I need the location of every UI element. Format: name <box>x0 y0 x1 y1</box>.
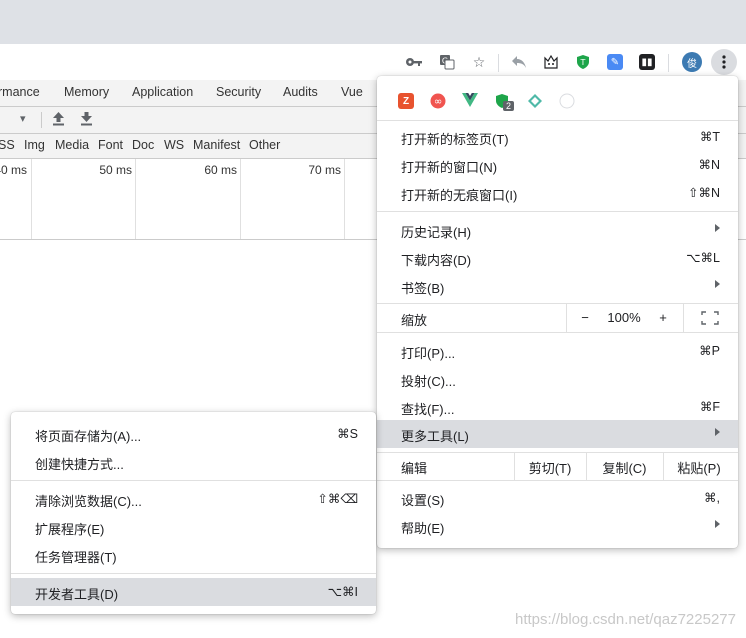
bookmark-star-icon[interactable]: ☆ <box>468 51 490 73</box>
timeline-tick-label: 40 ms <box>0 163 27 177</box>
adblock-extension-icon[interactable]: 2 <box>494 93 515 112</box>
tab-vue[interactable]: Vue <box>341 85 363 99</box>
toolbar-divider <box>498 54 499 72</box>
watermark: https://blog.csdn.net/qaz7225277 <box>514 611 736 628</box>
submenu-arrow-icon <box>715 280 720 288</box>
timeline-gridline <box>135 159 136 239</box>
tab-performance[interactable]: rmance <box>0 85 40 99</box>
menu-row-edit: 编辑 剪切(T) 复制(C) 粘贴(P) <box>377 452 738 480</box>
tab-audits[interactable]: Audits <box>283 85 318 99</box>
menu-item-bookmarks[interactable]: 书签(B) <box>377 272 738 300</box>
zoom-label: 缩放 <box>401 313 428 328</box>
menu-item-downloads[interactable]: 下载内容(D) ⌥⌘L <box>377 244 738 272</box>
avatar[interactable]: 俊 <box>681 51 703 73</box>
timeline-tick-label: 70 ms <box>308 163 341 177</box>
menu-item-create-shortcut[interactable]: 创建快捷方式... <box>11 448 376 476</box>
menu-item-settings[interactable]: 设置(S) ⌘, <box>377 484 738 512</box>
menu-item-print[interactable]: 打印(P)... ⌘P <box>377 337 738 365</box>
submenu-arrow-icon <box>715 520 720 528</box>
translate-icon[interactable]: G <box>436 51 458 73</box>
menu-item-new-tab[interactable]: 打开新的标签页(T) ⌘T <box>377 123 738 151</box>
filter-img[interactable]: Img <box>24 138 45 152</box>
extensions-row: Z ∞ 2 <box>377 76 738 120</box>
fullscreen-icon[interactable] <box>701 311 719 328</box>
menu-separator <box>377 480 738 481</box>
extension-badge: 2 <box>503 101 515 111</box>
menu-item-clear-browsing-data[interactable]: 清除浏览数据(C)... ⇧⌘⌫ <box>11 485 376 513</box>
zoom-in-button[interactable]: + <box>655 310 671 325</box>
extension-icon-red[interactable]: Z <box>398 93 414 109</box>
vue-devtools-icon[interactable] <box>462 93 478 110</box>
chrome-main-menu: Z ∞ 2 打开新的标签页(T) ⌘T 打开新的窗口(N) ⌘N 打开新的无痕窗口(… <box>377 76 738 548</box>
extension-icon-infinity[interactable]: ∞ <box>430 93 446 112</box>
menu-item-help[interactable]: 帮助(E) <box>377 512 738 540</box>
more-tools-submenu: 将页面存储为(A)... ⌘S 创建快捷方式... 清除浏览数据(C)... ⇧⌘⌫… <box>11 412 376 614</box>
menu-separator <box>377 332 738 333</box>
menu-cell-divider <box>566 304 567 332</box>
black-extension-icon[interactable]: ▮▮ <box>636 51 658 73</box>
import-har-icon[interactable] <box>52 111 65 129</box>
menu-row-zoom: 缩放 − 100% + <box>377 304 738 332</box>
timeline-tick-label: 60 ms <box>204 163 237 177</box>
menu-item-developer-tools[interactable]: 开发者工具(D) ⌥⌘I <box>11 578 376 606</box>
tab-application[interactable]: Application <box>132 85 193 99</box>
cut-button[interactable]: 剪切(T) <box>515 458 585 477</box>
filter-manifest[interactable]: Manifest <box>193 138 240 152</box>
filter-other[interactable]: Other <box>249 138 280 152</box>
menu-separator <box>11 480 376 481</box>
menu-separator <box>11 573 376 574</box>
menu-item-extensions[interactable]: 扩展程序(E) <box>11 513 376 541</box>
menu-item-new-window[interactable]: 打开新的窗口(N) ⌘N <box>377 151 738 179</box>
filter-ws[interactable]: WS <box>164 138 184 152</box>
shield-extension-icon[interactable]: T <box>572 51 594 73</box>
menu-item-save-page[interactable]: 将页面存储为(A)... ⌘S <box>11 420 376 448</box>
toolbar-divider <box>41 112 42 128</box>
toolbar-divider <box>668 54 669 72</box>
submenu-arrow-icon <box>715 428 720 436</box>
tab-security[interactable]: Security <box>216 85 261 99</box>
filter-css[interactable]: SS <box>0 138 15 152</box>
submenu-arrow-icon <box>715 224 720 232</box>
menu-cell-divider <box>683 304 684 332</box>
copy-button[interactable]: 复制(C) <box>587 458 662 477</box>
tab-strip <box>0 0 746 44</box>
zoom-level: 100% <box>607 310 641 325</box>
filter-media[interactable]: Media <box>55 138 89 152</box>
export-har-icon[interactable] <box>80 111 93 129</box>
edit-label: 编辑 <box>401 461 428 476</box>
svg-text:∞: ∞ <box>434 97 442 108</box>
key-icon[interactable] <box>403 51 425 73</box>
svg-text:T: T <box>580 58 586 67</box>
tab-memory[interactable]: Memory <box>64 85 109 99</box>
zoom-out-button[interactable]: − <box>577 310 593 325</box>
timeline-tick-label: 50 ms <box>99 163 132 177</box>
menu-separator <box>377 120 738 121</box>
filter-font[interactable]: Font <box>98 138 123 152</box>
menu-item-more-tools[interactable]: 更多工具(L) <box>377 420 738 448</box>
menu-item-history[interactable]: 历史记录(H) <box>377 216 738 244</box>
timeline-gridline <box>344 159 345 239</box>
compass-extension-icon[interactable] <box>559 93 575 112</box>
timeline-gridline <box>31 159 32 239</box>
paste-button[interactable]: 粘贴(P) <box>664 458 734 477</box>
throttle-dropdown[interactable]: ▾ <box>20 112 26 125</box>
menu-separator <box>377 211 738 212</box>
filter-doc[interactable]: Doc <box>132 138 154 152</box>
menu-item-task-manager[interactable]: 任务管理器(T) <box>11 541 376 569</box>
menu-item-new-incognito[interactable]: 打开新的无痕窗口(I) ⇧⌘N <box>377 179 738 207</box>
menu-item-cast[interactable]: 投射(C)... <box>377 365 738 393</box>
menu-item-find[interactable]: 查找(F)... ⌘F <box>377 393 738 421</box>
cat-extension-icon[interactable] <box>540 51 562 73</box>
kebab-menu-icon[interactable] <box>711 49 737 75</box>
diamond-extension-icon[interactable] <box>527 93 543 112</box>
reply-extension-icon[interactable] <box>508 51 530 73</box>
timeline-gridline <box>240 159 241 239</box>
blue-extension-icon[interactable]: ✎ <box>604 51 626 73</box>
